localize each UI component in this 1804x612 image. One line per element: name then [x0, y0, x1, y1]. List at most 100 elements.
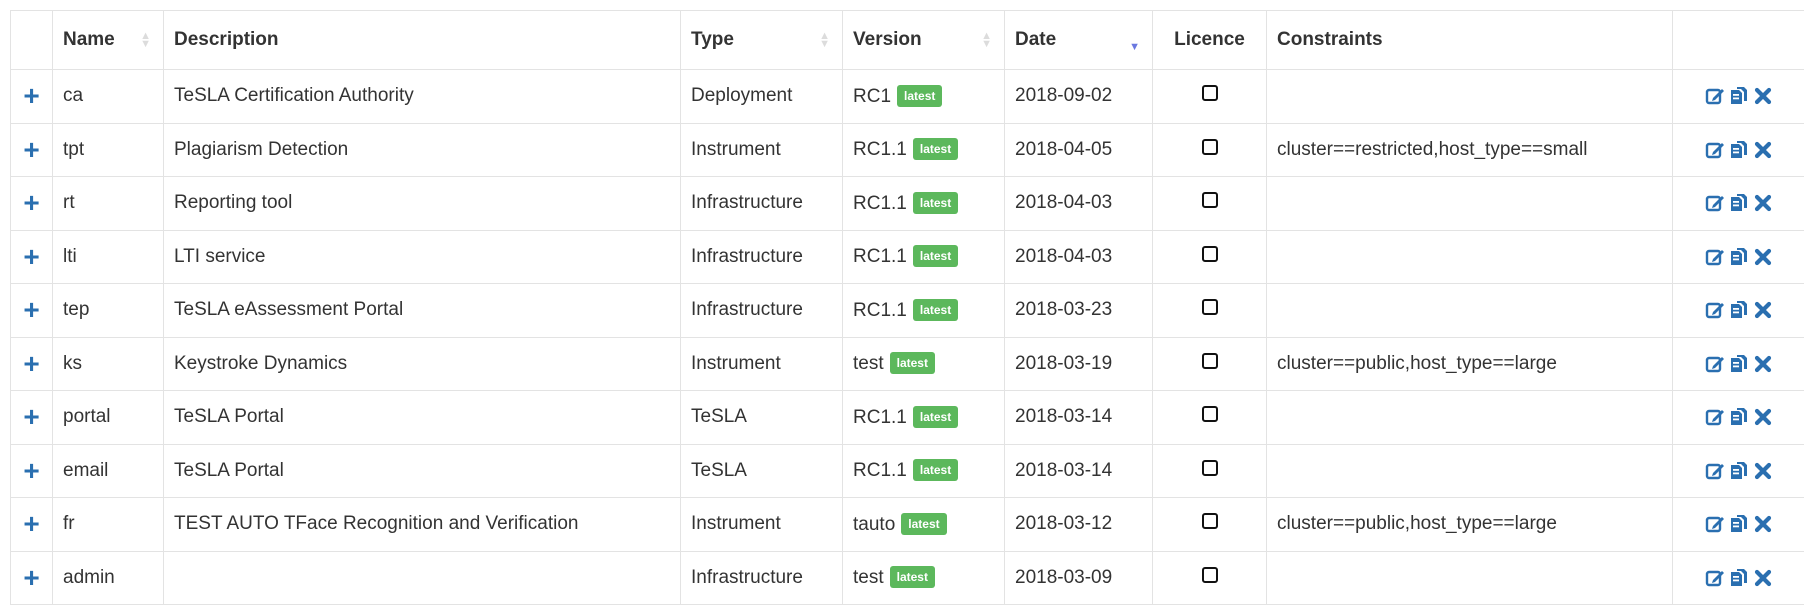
licence-checkbox[interactable]: [1201, 85, 1218, 102]
licence-checkbox[interactable]: [1201, 138, 1218, 155]
expand-row-button[interactable]: +: [10, 283, 53, 338]
column-header-type[interactable]: Type: [680, 10, 843, 70]
cell-version: RC1.1 latest: [842, 122, 1005, 177]
cell-licence: [1152, 69, 1267, 124]
cell-description: LTI service: [163, 229, 681, 284]
licence-checkbox[interactable]: [1201, 459, 1218, 476]
edit-icon[interactable]: [1704, 139, 1726, 161]
delete-icon[interactable]: [1752, 85, 1774, 107]
licence-checkbox[interactable]: [1201, 513, 1218, 530]
version-text: RC1.1: [853, 406, 907, 428]
cell-constraints: cluster==public,host_type==large: [1266, 336, 1673, 391]
expand-row-button[interactable]: +: [10, 497, 53, 552]
column-header-date[interactable]: Date: [1004, 10, 1153, 70]
copy-icon[interactable]: [1728, 299, 1750, 321]
cell-description: [163, 550, 681, 605]
delete-icon[interactable]: [1752, 139, 1774, 161]
licence-checkbox[interactable]: [1201, 566, 1218, 583]
expand-row-button[interactable]: +: [10, 122, 53, 177]
expand-row-button[interactable]: +: [10, 336, 53, 391]
copy-icon[interactable]: [1728, 246, 1750, 268]
cell-licence: [1152, 390, 1267, 445]
cell-actions: [1672, 122, 1804, 177]
copy-icon[interactable]: [1728, 406, 1750, 428]
copy-icon[interactable]: [1728, 85, 1750, 107]
copy-icon[interactable]: [1728, 513, 1750, 535]
edit-icon[interactable]: [1704, 85, 1726, 107]
delete-icon[interactable]: [1752, 460, 1774, 482]
cell-description: TeSLA Portal: [163, 443, 681, 498]
delete-icon[interactable]: [1752, 299, 1774, 321]
cell-constraints: [1266, 229, 1673, 284]
cell-name: portal: [52, 390, 164, 445]
cell-date: 2018-03-19: [1004, 336, 1153, 391]
table-body: + ca TeSLA Certification Authority Deployme…: [10, 69, 1804, 605]
cell-description: TeSLA Portal: [163, 390, 681, 445]
cell-description: Reporting tool: [163, 176, 681, 231]
cell-licence: [1152, 176, 1267, 231]
version-text: RC1.1: [853, 299, 907, 321]
cell-name: email: [52, 443, 164, 498]
version-text: RC1.1: [853, 139, 907, 161]
licence-checkbox[interactable]: [1201, 352, 1218, 369]
cell-date: 2018-03-23: [1004, 283, 1153, 338]
table-row: + lti LTI service Infrastructure RC1.1 latest…: [10, 229, 1804, 284]
cell-actions: [1672, 336, 1804, 391]
edit-icon[interactable]: [1704, 192, 1726, 214]
licence-checkbox[interactable]: [1201, 245, 1218, 262]
version-text: test: [853, 353, 884, 375]
delete-icon[interactable]: [1752, 192, 1774, 214]
licence-checkbox[interactable]: [1201, 406, 1218, 423]
version-text: RC1.1: [853, 192, 907, 214]
column-header-name[interactable]: Name: [52, 10, 164, 70]
column-header-licence[interactable]: Licence: [1152, 10, 1267, 70]
latest-badge: latest: [912, 405, 959, 428]
delete-icon[interactable]: [1752, 353, 1774, 375]
edit-icon[interactable]: [1704, 299, 1726, 321]
copy-icon[interactable]: [1728, 192, 1750, 214]
version-text: RC1.1: [853, 460, 907, 482]
edit-icon[interactable]: [1704, 353, 1726, 375]
delete-icon[interactable]: [1752, 567, 1774, 589]
licence-checkbox[interactable]: [1201, 299, 1218, 316]
edit-icon[interactable]: [1704, 460, 1726, 482]
cell-licence: [1152, 229, 1267, 284]
delete-icon[interactable]: [1752, 513, 1774, 535]
delete-icon[interactable]: [1752, 406, 1774, 428]
edit-icon[interactable]: [1704, 567, 1726, 589]
expand-row-button[interactable]: +: [10, 390, 53, 445]
expand-row-button[interactable]: +: [10, 176, 53, 231]
copy-icon[interactable]: [1728, 139, 1750, 161]
cell-constraints: [1266, 283, 1673, 338]
table-row: + rt Reporting tool Infrastructure RC1.1 late…: [10, 176, 1804, 231]
delete-icon[interactable]: [1752, 246, 1774, 268]
cell-name: fr: [52, 497, 164, 552]
cell-description: TEST AUTO TFace Recognition and Verifica…: [163, 497, 681, 552]
copy-icon[interactable]: [1728, 460, 1750, 482]
licence-checkbox[interactable]: [1201, 192, 1218, 209]
expand-row-button[interactable]: +: [10, 550, 53, 605]
cell-actions: [1672, 443, 1804, 498]
column-header-constraints[interactable]: Constraints: [1266, 10, 1673, 70]
services-table-container: Name Description Type Version Date Licen…: [10, 10, 1804, 605]
edit-icon[interactable]: [1704, 246, 1726, 268]
column-header-version[interactable]: Version: [842, 10, 1005, 70]
copy-icon[interactable]: [1728, 567, 1750, 589]
column-header-description[interactable]: Description: [163, 10, 681, 70]
cell-description: TeSLA Certification Authority: [163, 69, 681, 124]
cell-version: RC1.1 latest: [842, 443, 1005, 498]
expand-row-button[interactable]: +: [10, 229, 53, 284]
expand-row-button[interactable]: +: [10, 443, 53, 498]
latest-badge: latest: [912, 298, 959, 321]
expand-row-button[interactable]: +: [10, 69, 53, 124]
cell-constraints: cluster==public,host_type==large: [1266, 497, 1673, 552]
cell-licence: [1152, 550, 1267, 605]
copy-icon[interactable]: [1728, 353, 1750, 375]
edit-icon[interactable]: [1704, 513, 1726, 535]
cell-constraints: [1266, 390, 1673, 445]
cell-type: Instrument: [680, 336, 843, 391]
cell-type: Infrastructure: [680, 283, 843, 338]
cell-name: ks: [52, 336, 164, 391]
edit-icon[interactable]: [1704, 406, 1726, 428]
cell-constraints: [1266, 550, 1673, 605]
